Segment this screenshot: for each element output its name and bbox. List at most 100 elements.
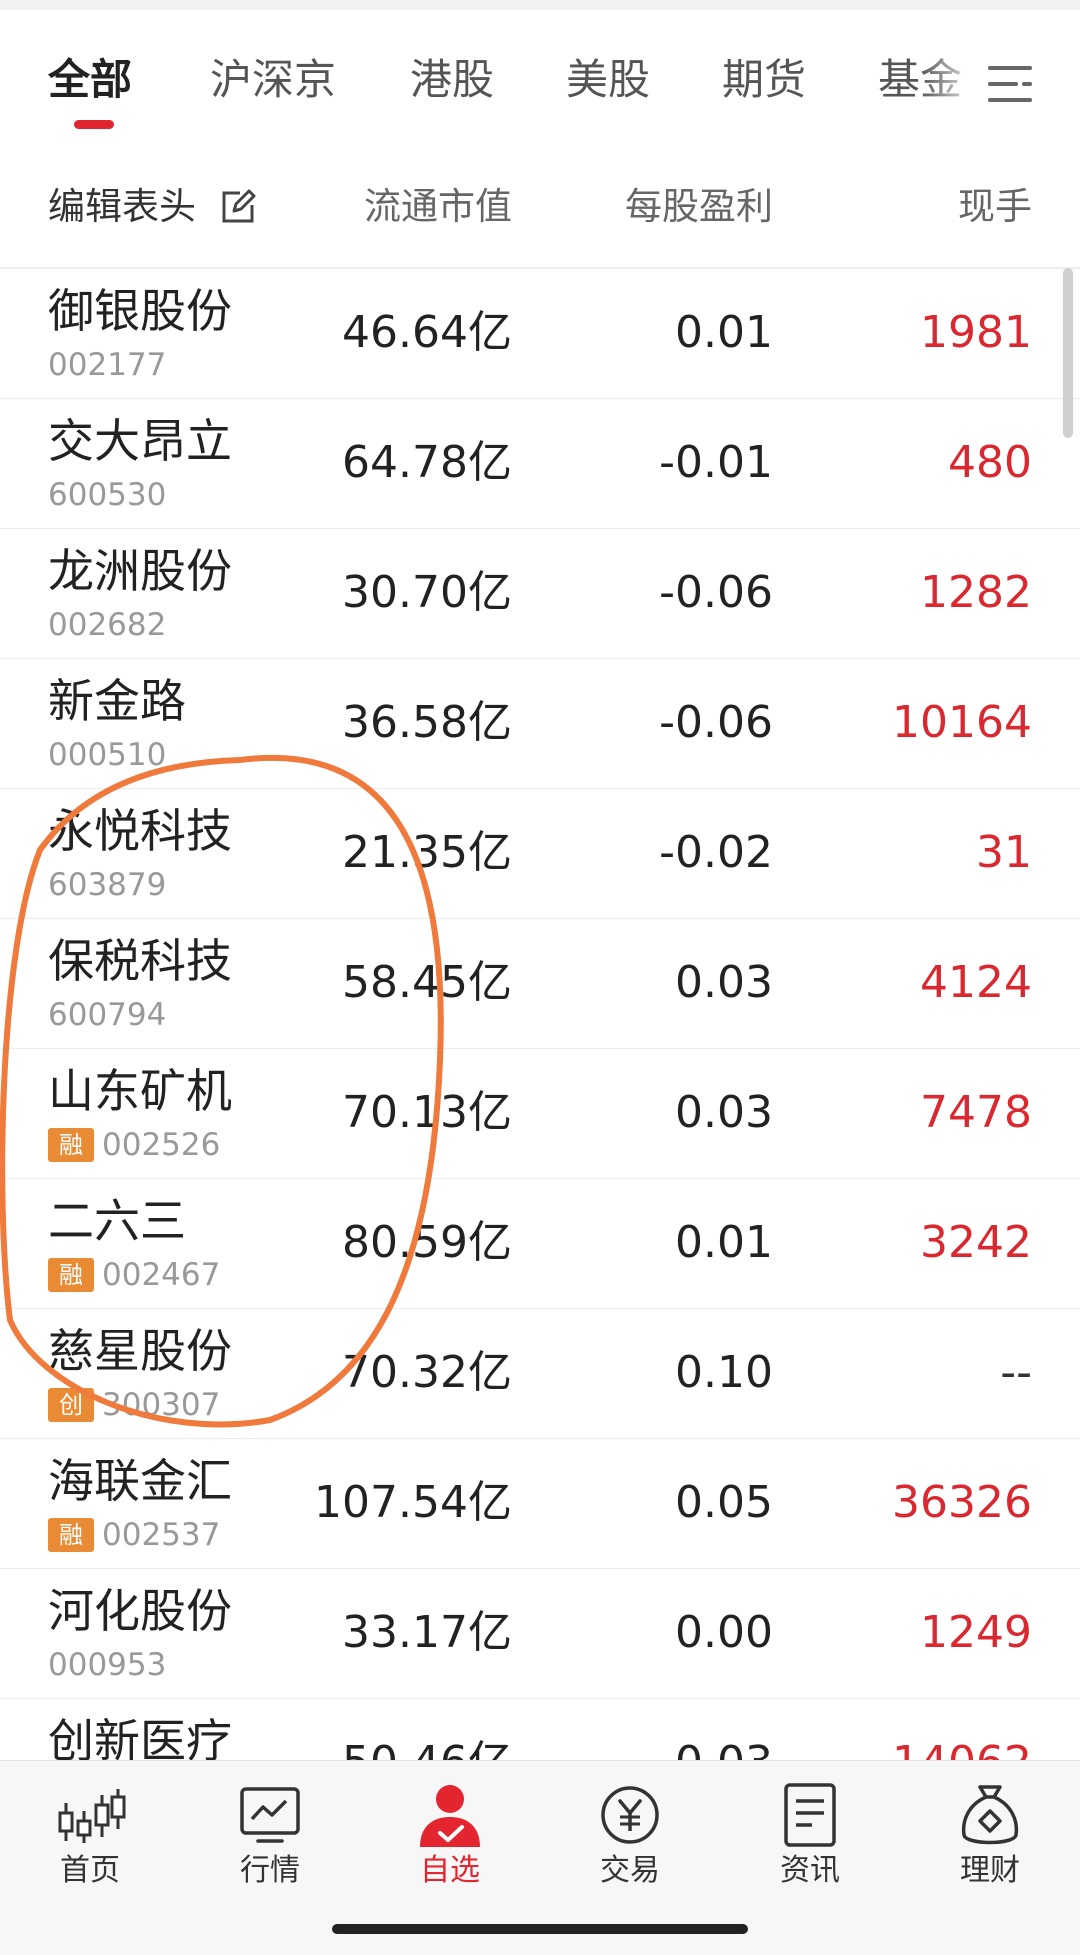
earnings-per-share: -0.01 bbox=[659, 437, 773, 488]
earnings-per-share: -0.06 bbox=[659, 567, 773, 618]
stock-row[interactable]: 新金路 000510 36.58亿 -0.06 10164 bbox=[0, 659, 1080, 789]
stock-code-wrap: 002682 bbox=[48, 605, 166, 645]
float-market-cap: 58.45亿 bbox=[342, 957, 512, 1008]
stock-code-wrap: 002177 bbox=[48, 345, 166, 385]
stock-name: 永悦科技 bbox=[48, 804, 232, 858]
stock-code: 600794 bbox=[48, 997, 167, 1033]
stock-code: 002537 bbox=[102, 1517, 221, 1553]
current-volume: 480 bbox=[948, 437, 1032, 488]
market-tabs: 全部 沪深京 港股 美股 期货 基金 bbox=[0, 10, 1080, 157]
nav-favorites[interactable]: 自选 bbox=[370, 1781, 530, 1901]
current-volume: 1282 bbox=[920, 567, 1032, 618]
stock-name: 龙洲股份 bbox=[48, 544, 232, 598]
stock-name: 二六三 bbox=[48, 1194, 186, 1248]
stock-row[interactable]: 河化股份 000953 33.17亿 0.00 1249 bbox=[0, 1569, 1080, 1699]
stock-row[interactable]: 慈星股份创 300307 70.32亿 0.10 -- bbox=[0, 1309, 1080, 1439]
stock-name: 新金路 bbox=[48, 674, 186, 728]
stock-row[interactable]: 山东矿机融 002526 70.13亿 0.03 7478 bbox=[0, 1049, 1080, 1179]
earnings-per-share: -0.06 bbox=[659, 697, 773, 748]
news-doc-icon bbox=[784, 1783, 836, 1847]
stock-code: 002467 bbox=[102, 1257, 221, 1293]
earnings-per-share: 0.10 bbox=[675, 1347, 773, 1398]
tab-label: 全部 bbox=[48, 55, 133, 104]
stock-code-wrap: 000510 bbox=[48, 735, 166, 775]
stock-code: 000953 bbox=[48, 1647, 167, 1683]
float-market-cap: 107.54亿 bbox=[314, 1477, 512, 1528]
earnings-per-share: 0.00 bbox=[675, 1607, 773, 1658]
float-market-cap: 64.78亿 bbox=[342, 437, 512, 488]
stock-code-wrap: 创 300307 bbox=[48, 1385, 220, 1425]
stock-row[interactable]: 二六三融 002467 80.59亿 0.01 3242 bbox=[0, 1179, 1080, 1309]
earnings-per-share: -0.02 bbox=[659, 827, 773, 878]
current-volume: 1249 bbox=[920, 1607, 1032, 1658]
stock-row[interactable]: 创新医疗00217350.46亿-0.0314062 bbox=[0, 1699, 1080, 1760]
stock-name: 御银股份 bbox=[48, 284, 232, 338]
stock-code: 600530 bbox=[48, 477, 167, 513]
nav-label: 交易 bbox=[600, 1853, 660, 1888]
stock-name: 交大昂立 bbox=[48, 414, 232, 468]
earnings-per-share: 0.01 bbox=[675, 1217, 773, 1268]
stock-code: 300307 bbox=[102, 1387, 221, 1423]
scrollbar[interactable] bbox=[1063, 268, 1073, 438]
tab-hk-stocks[interactable]: 港股 bbox=[410, 50, 494, 110]
float-market-cap: 70.13亿 bbox=[342, 1087, 512, 1138]
margin-badge: 融 bbox=[48, 1128, 94, 1162]
watchlist-table: 御银股份 002177 46.64亿 0.01 1981 交大昂立 600530 64.78亿… bbox=[0, 269, 1080, 1760]
stock-row[interactable]: 交大昂立 600530 64.78亿 -0.01 480 bbox=[0, 399, 1080, 529]
stock-code-wrap: 融 002526 bbox=[48, 1125, 220, 1165]
earnings-per-share: 0.01 bbox=[675, 307, 773, 358]
tab-futures[interactable]: 期货 bbox=[722, 50, 806, 110]
stock-name: 保税科技 bbox=[48, 934, 232, 988]
nav-label: 首页 bbox=[60, 1853, 120, 1888]
stock-row[interactable]: 保税科技 600794 58.45亿 0.03 4124 bbox=[0, 919, 1080, 1049]
column-header-eps[interactable]: 每股盈利 bbox=[625, 179, 773, 235]
tab-shanghai-shenzhen-beijing[interactable]: 沪深京 bbox=[210, 50, 336, 110]
earnings-per-share: -0.03 bbox=[659, 1733, 773, 1760]
nav-label: 资讯 bbox=[780, 1853, 840, 1888]
current-volume: 4124 bbox=[920, 957, 1032, 1008]
nav-label: 行情 bbox=[240, 1853, 300, 1888]
stock-code-wrap: 融 002467 bbox=[48, 1255, 220, 1295]
market-chart-icon bbox=[240, 1787, 300, 1843]
edit-icon[interactable] bbox=[218, 187, 258, 227]
nav-home[interactable]: 首页 bbox=[10, 1781, 170, 1901]
stock-row[interactable]: 龙洲股份 002682 30.70亿 -0.06 1282 bbox=[0, 529, 1080, 659]
stock-code-wrap: 融 002537 bbox=[48, 1515, 220, 1555]
float-market-cap: 30.70亿 bbox=[342, 567, 512, 618]
nav-news[interactable]: 资讯 bbox=[730, 1781, 890, 1901]
stock-row[interactable]: 永悦科技 603879 21.35亿 -0.02 31 bbox=[0, 789, 1080, 919]
column-header-volume[interactable]: 现手 bbox=[958, 179, 1032, 235]
home-indicator bbox=[332, 1924, 748, 1934]
stock-code: 000510 bbox=[48, 737, 167, 773]
float-market-cap: 33.17亿 bbox=[342, 1607, 512, 1658]
stock-code: 603879 bbox=[48, 867, 167, 903]
stock-name: 山东矿机 bbox=[48, 1064, 232, 1118]
float-market-cap: 21.35亿 bbox=[342, 827, 512, 878]
candlestick-icon bbox=[58, 1789, 126, 1843]
tab-label: 期货 bbox=[722, 55, 807, 104]
nav-market[interactable]: 行情 bbox=[190, 1781, 350, 1901]
column-header-float-cap[interactable]: 流通市值 bbox=[364, 179, 512, 235]
nav-label: 自选 bbox=[420, 1853, 480, 1888]
current-volume: 31 bbox=[976, 827, 1032, 878]
stock-row[interactable]: 海联金汇融 002537 107.54亿 0.05 36326 bbox=[0, 1439, 1080, 1569]
stock-code-wrap: 600794 bbox=[48, 995, 166, 1035]
status-strip bbox=[0, 0, 1080, 10]
earnings-per-share: 0.03 bbox=[675, 1087, 773, 1138]
stock-code: 002177 bbox=[48, 347, 167, 383]
stock-code-wrap: 603879 bbox=[48, 865, 166, 905]
float-market-cap: 70.32亿 bbox=[342, 1347, 512, 1398]
nav-trade[interactable]: 交易 bbox=[550, 1781, 710, 1901]
stock-code: 002682 bbox=[48, 607, 167, 643]
tab-us-stocks[interactable]: 美股 bbox=[566, 50, 650, 110]
favorites-user-icon bbox=[420, 1785, 480, 1847]
margin-badge: 融 bbox=[48, 1258, 94, 1292]
stock-code-wrap: 600530 bbox=[48, 475, 166, 515]
menu-icon[interactable] bbox=[988, 64, 1032, 104]
margin-badge: 融 bbox=[48, 1518, 94, 1552]
stock-row[interactable]: 御银股份 002177 46.64亿 0.01 1981 bbox=[0, 269, 1080, 399]
tab-all[interactable]: 全部 bbox=[48, 50, 133, 129]
edit-header-button[interactable]: 编辑表头 bbox=[48, 179, 196, 235]
money-bag-icon bbox=[961, 1785, 1019, 1845]
nav-wealth[interactable]: 理财 bbox=[910, 1781, 1070, 1901]
